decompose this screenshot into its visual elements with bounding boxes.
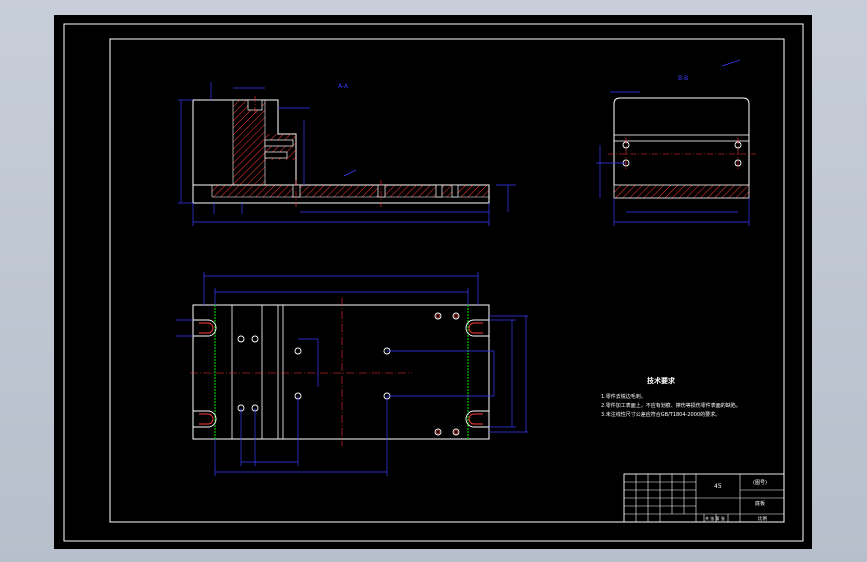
notes-title: 技术要求 (647, 376, 676, 385)
hatch-side-base (613, 184, 750, 199)
hatch-base (211, 184, 490, 198)
notes-line-3: 3.未注线性尺寸公差应符合GB/T1804-2000的要求。 (601, 411, 720, 418)
hatch-web (232, 99, 266, 186)
front-section-label: A-A (338, 83, 349, 90)
drawing-sheet (54, 15, 812, 549)
title-sheet-label: 共 张 第 张 (705, 515, 725, 521)
title-scale-label: 比例 (758, 515, 767, 522)
cad-viewport[interactable]: A-A B-B 技术要求 1.零件去锐边毛刺。 2.零件加工表面上，不应有划痕、… (0, 0, 867, 562)
title-drawing-no: (图号) (753, 480, 767, 486)
notes-line-1: 1.零件去锐边毛刺。 (601, 393, 646, 400)
title-material: 45 (714, 483, 722, 490)
side-section-label: B-B (678, 75, 688, 82)
notes-line-2: 2.零件加工表面上，不应有划痕、擦伤等损伤零件表面的缺陷。 (601, 402, 741, 409)
title-part-name: 底板 (755, 500, 765, 507)
